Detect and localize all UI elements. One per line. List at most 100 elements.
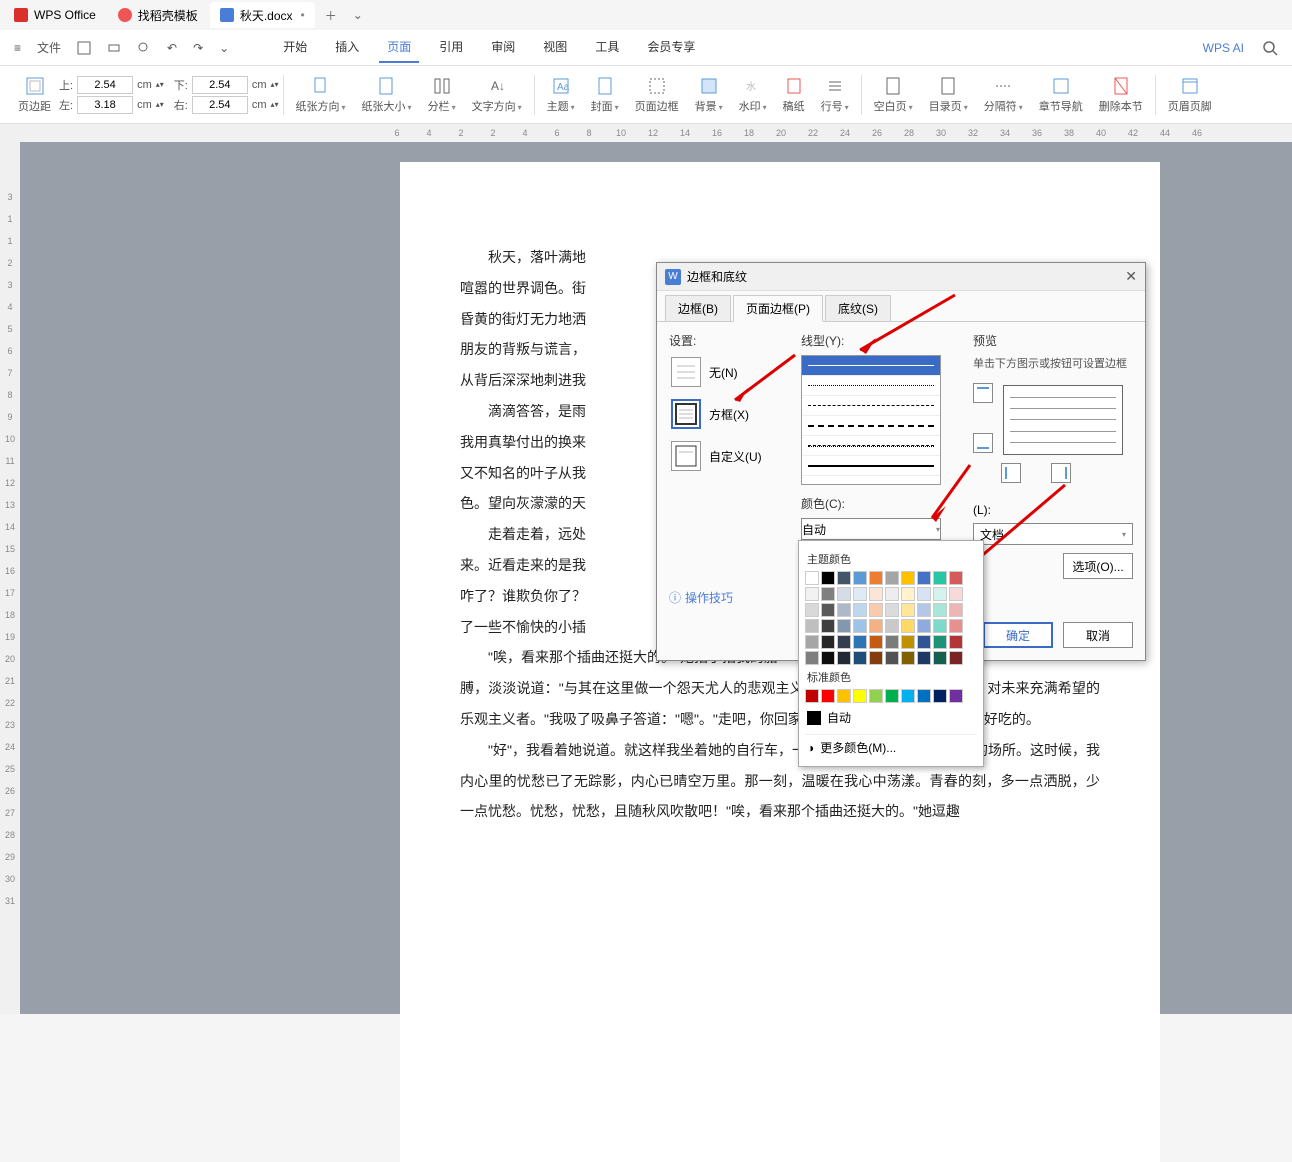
color-swatch[interactable]	[885, 635, 899, 649]
tab-border[interactable]: 边框(B)	[665, 295, 731, 321]
margin-bottom-input[interactable]	[192, 76, 248, 94]
tab-member[interactable]: 会员专享	[639, 32, 703, 63]
setting-custom[interactable]: 自定义(U)	[669, 439, 789, 473]
color-swatch[interactable]	[821, 571, 835, 585]
color-swatch[interactable]	[933, 635, 947, 649]
color-swatch[interactable]	[869, 635, 883, 649]
color-swatch[interactable]	[821, 635, 835, 649]
papersize-button[interactable]: 纸张大小▾	[354, 74, 420, 116]
color-swatch[interactable]	[853, 689, 867, 703]
theme-button[interactable]: Aa主题▾	[539, 74, 583, 116]
spinner-icon[interactable]: ▴▾	[156, 100, 164, 109]
auto-color-option[interactable]: 自动	[805, 705, 977, 730]
color-swatch[interactable]	[869, 603, 883, 617]
tab-view[interactable]: 视图	[535, 32, 575, 63]
redo-icon[interactable]: ↷	[187, 37, 209, 59]
color-swatch[interactable]	[933, 619, 947, 633]
color-swatch[interactable]	[949, 635, 963, 649]
color-swatch[interactable]	[885, 587, 899, 601]
color-swatch[interactable]	[917, 571, 931, 585]
tab-start[interactable]: 开始	[275, 32, 315, 63]
cover-button[interactable]: 封面▾	[583, 74, 627, 116]
blankpage-button[interactable]: 空白页▾	[866, 74, 921, 116]
color-swatch[interactable]	[885, 619, 899, 633]
delete-section-button[interactable]: 删除本节	[1091, 74, 1151, 116]
margin-right-input[interactable]	[192, 96, 248, 114]
color-swatch[interactable]	[853, 587, 867, 601]
color-swatch[interactable]	[933, 571, 947, 585]
color-swatch[interactable]	[805, 619, 819, 633]
options-button[interactable]: 选项(O)...	[1063, 553, 1133, 579]
color-swatch[interactable]	[901, 651, 915, 665]
color-swatch[interactable]	[837, 587, 851, 601]
color-swatch[interactable]	[837, 651, 851, 665]
preview-right-button[interactable]	[1051, 463, 1071, 483]
tab-document[interactable]: 秋天.docx •	[210, 2, 315, 28]
color-swatch[interactable]	[917, 635, 931, 649]
text-direction-button[interactable]: A↓文字方向▾	[464, 74, 530, 116]
color-swatch[interactable]	[949, 651, 963, 665]
page-border-button[interactable]: 页面边框	[627, 74, 687, 116]
color-swatch[interactable]	[837, 635, 851, 649]
color-swatch[interactable]	[933, 587, 947, 601]
color-swatch[interactable]	[821, 689, 835, 703]
undo-icon[interactable]: ↶	[161, 37, 183, 59]
color-swatch[interactable]	[901, 603, 915, 617]
color-swatch[interactable]	[837, 603, 851, 617]
color-swatch[interactable]	[869, 587, 883, 601]
linenumber-button[interactable]: 行号▾	[813, 74, 857, 116]
close-icon[interactable]: ✕	[1125, 268, 1137, 285]
tab-page[interactable]: 页面	[379, 32, 419, 63]
ok-button[interactable]: 确定	[983, 622, 1053, 648]
save-icon[interactable]	[71, 37, 97, 59]
close-icon[interactable]: •	[301, 8, 305, 22]
color-swatch[interactable]	[805, 651, 819, 665]
color-swatch[interactable]	[901, 635, 915, 649]
more-colors-option[interactable]: ◑ 更多颜色(M)...	[805, 734, 977, 760]
tab-templates[interactable]: 找稻壳模板	[108, 2, 208, 28]
tab-review[interactable]: 审阅	[483, 32, 523, 63]
color-swatch[interactable]	[917, 619, 931, 633]
tab-reference[interactable]: 引用	[431, 32, 471, 63]
gaozhi-button[interactable]: 稿纸	[775, 74, 813, 116]
color-swatch[interactable]	[869, 619, 883, 633]
color-swatch[interactable]	[837, 689, 851, 703]
preview-top-button[interactable]	[973, 383, 993, 403]
tab-tools[interactable]: 工具	[587, 32, 627, 63]
columns-button[interactable]: 分栏▾	[420, 74, 464, 116]
color-swatch[interactable]	[805, 635, 819, 649]
applyto-dropdown[interactable]: 文档▾	[973, 523, 1133, 545]
color-swatch[interactable]	[837, 571, 851, 585]
color-swatch[interactable]	[805, 571, 819, 585]
preview-left-button[interactable]	[1001, 463, 1021, 483]
color-swatch[interactable]	[933, 603, 947, 617]
color-swatch[interactable]	[917, 587, 931, 601]
color-swatch[interactable]	[837, 619, 851, 633]
search-icon[interactable]	[1256, 36, 1284, 60]
color-swatch[interactable]	[901, 571, 915, 585]
color-swatch[interactable]	[805, 603, 819, 617]
color-swatch[interactable]	[949, 587, 963, 601]
tab-shading[interactable]: 底纹(S)	[825, 295, 891, 321]
color-swatch[interactable]	[853, 635, 867, 649]
cancel-button[interactable]: 取消	[1063, 622, 1133, 648]
color-swatch[interactable]	[821, 587, 835, 601]
hamburger-icon[interactable]: ≡	[8, 37, 27, 59]
color-swatch[interactable]	[821, 651, 835, 665]
color-swatch[interactable]	[949, 689, 963, 703]
break-button[interactable]: 分隔符▾	[976, 74, 1031, 116]
color-swatch[interactable]	[853, 651, 867, 665]
qat-dropdown[interactable]: ⌄	[213, 37, 235, 59]
tab-wps-home[interactable]: WPS Office	[4, 2, 106, 28]
header-footer-button[interactable]: 页眉页脚	[1160, 74, 1220, 116]
preview-icon[interactable]	[131, 37, 157, 59]
color-swatch[interactable]	[917, 689, 931, 703]
color-swatch[interactable]	[933, 689, 947, 703]
color-dropdown[interactable]: 自动 ▾	[801, 518, 941, 540]
color-swatch[interactable]	[901, 689, 915, 703]
color-swatch[interactable]	[901, 619, 915, 633]
dialog-titlebar[interactable]: W 边框和底纹 ✕	[657, 263, 1145, 291]
color-swatch[interactable]	[869, 651, 883, 665]
vertical-ruler[interactable]: 3112345678910111213141516171819202122232…	[0, 142, 20, 1014]
margin-left-input[interactable]	[77, 96, 133, 114]
